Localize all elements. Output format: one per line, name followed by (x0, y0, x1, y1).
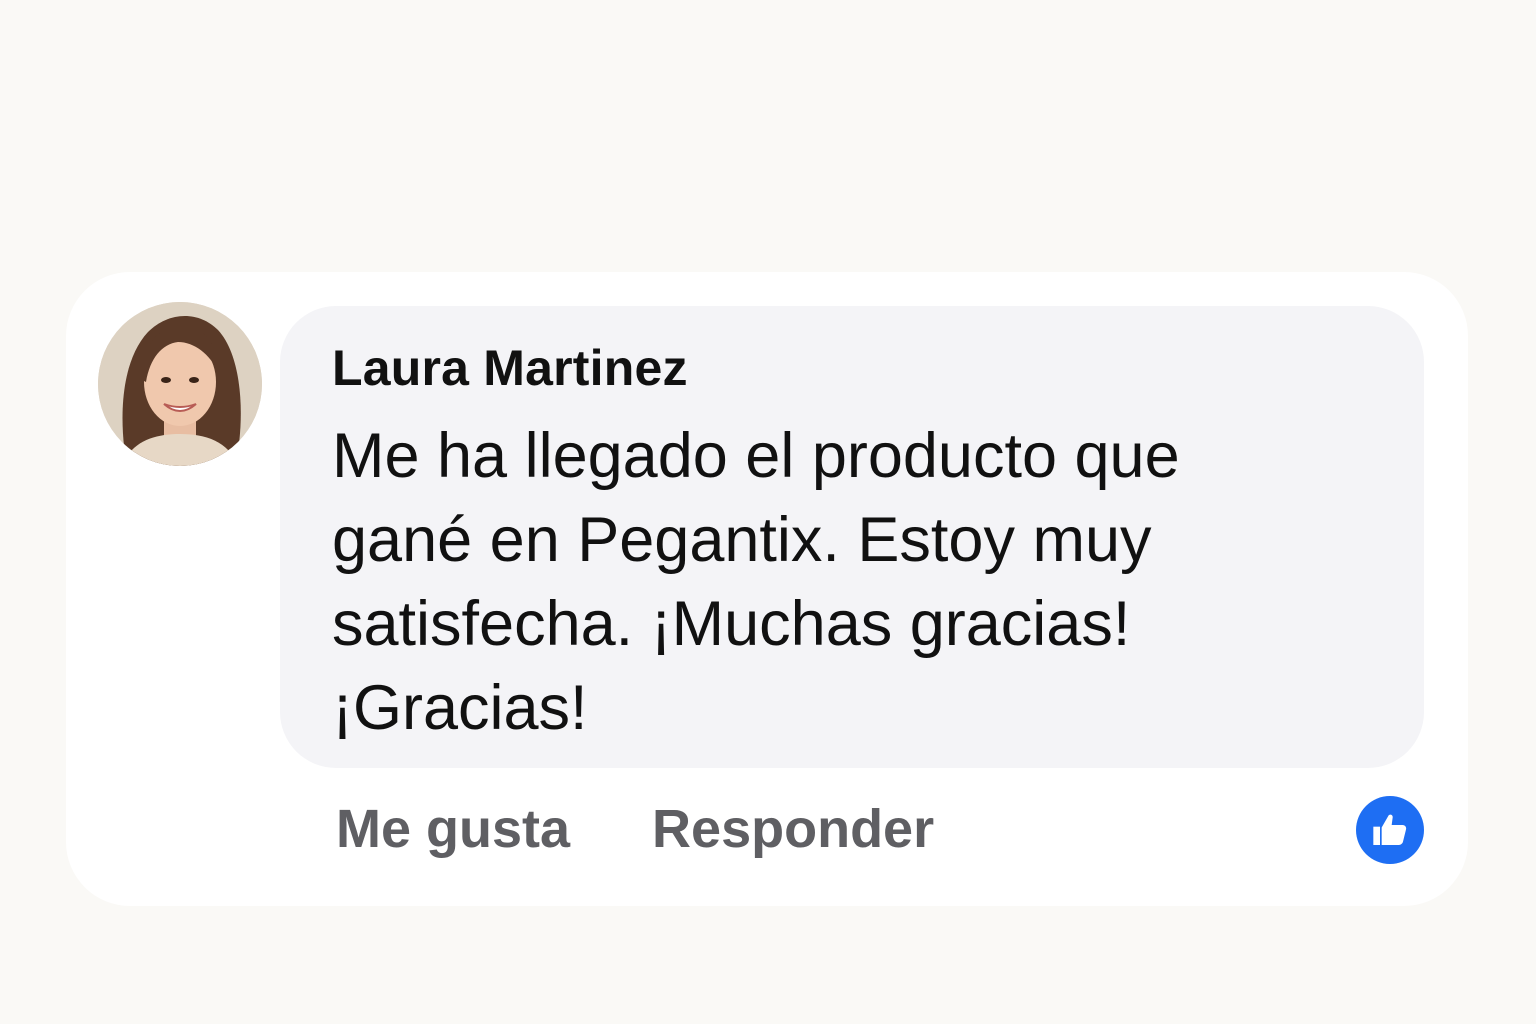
comment-bubble: Laura Martinez Me ha llegado el producto… (280, 306, 1424, 768)
thumbs-up-icon (1373, 814, 1407, 845)
comment-card: Laura Martinez Me ha llegado el producto… (66, 272, 1468, 906)
like-button[interactable]: Me gusta (336, 796, 570, 862)
comment-actions: Me gusta Responder (336, 796, 934, 862)
comment-text: Me ha llegado el producto que gané en Pe… (332, 421, 1180, 743)
avatar-photo-icon (98, 302, 262, 466)
reply-button[interactable]: Responder (652, 796, 934, 862)
page: Laura Martinez Me ha llegado el producto… (0, 0, 1536, 1024)
comment-author[interactable]: Laura Martinez (332, 336, 1372, 400)
user-avatar[interactable] (98, 302, 262, 466)
like-reaction-badge[interactable] (1356, 796, 1424, 864)
